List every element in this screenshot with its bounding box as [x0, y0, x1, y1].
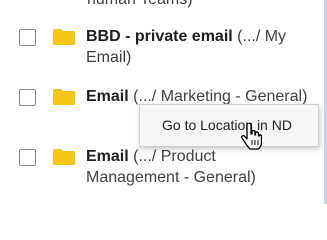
context-menu: Go to Location in ND	[139, 104, 319, 147]
item-title: Email	[86, 88, 129, 105]
item-title: BBD - private email	[86, 28, 233, 45]
item-label[interactable]: BBD - private email (.../ My Email)	[86, 26, 312, 68]
item-checkbox[interactable]	[19, 89, 36, 106]
go-to-location-menu-item[interactable]: Go to Location in ND	[140, 105, 318, 146]
item-title: Email	[86, 148, 129, 165]
item-label[interactable]: Email (.../ Product Management - General…	[86, 146, 312, 188]
item-checkbox[interactable]	[19, 29, 36, 46]
item-checkbox[interactable]	[19, 149, 36, 166]
hand-cursor-icon	[241, 123, 262, 150]
partial-item-text: numan Teams)	[87, 0, 193, 9]
item-path: (.../ Marketing - General)	[133, 88, 308, 105]
folder-icon	[53, 89, 75, 105]
folder-icon	[53, 149, 75, 165]
search-results-panel: numan Teams) BBD - private email (.../ M…	[0, 0, 327, 204]
list-item[interactable]: BBD - private email (.../ My Email)	[0, 18, 320, 74]
folder-icon	[53, 29, 75, 45]
